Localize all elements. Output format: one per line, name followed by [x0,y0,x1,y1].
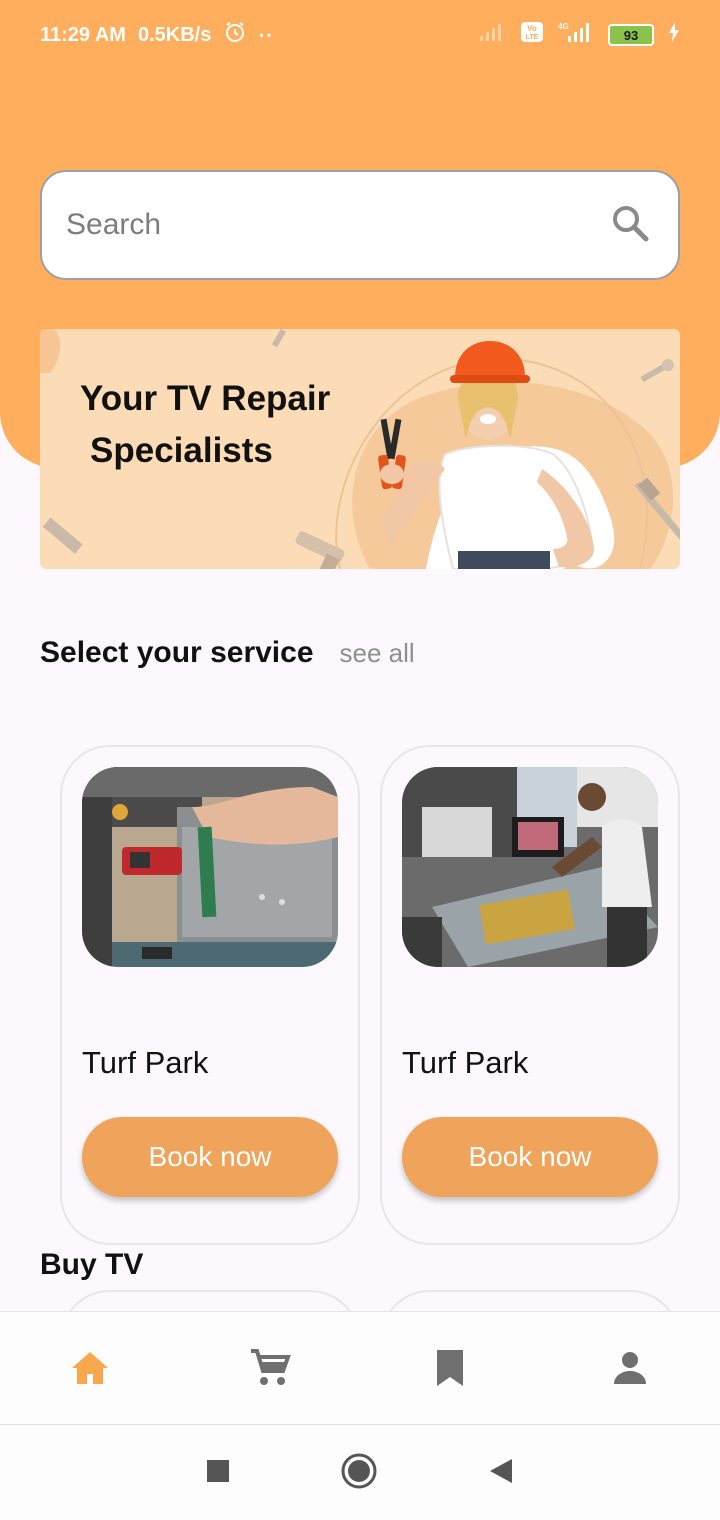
section-title: Select your service [40,636,314,669]
promo-banner[interactable]: Your TV Repair Specialists [40,329,680,569]
volte-icon: Vo LTE [520,21,544,49]
profile-icon [614,1352,646,1384]
alarm-icon [223,20,247,50]
circle-icon [341,1453,377,1488]
battery-icon: 93 [608,24,654,46]
status-dots: • • [259,28,272,42]
nav-bookmarks[interactable] [400,1328,500,1408]
status-time: 11:29 AM [40,23,126,46]
service-card[interactable]: Turf Park Book now [380,745,680,1245]
nav-home[interactable] [40,1328,140,1408]
svg-text:LTE: LTE [526,34,539,41]
signal-icon [478,22,506,48]
service-name: Turf Park [402,1045,529,1080]
see-all-link[interactable]: see all [340,638,415,669]
banner-title-line1: Your TV Repair [80,379,331,418]
services-section-header: Select your service see all [40,636,415,670]
home-icon [72,1352,108,1384]
nav-cart[interactable] [220,1328,320,1408]
charging-icon [668,22,680,48]
nav-profile[interactable] [580,1328,680,1408]
4g-signal-icon: 4G [558,21,594,49]
book-now-button[interactable]: Book now [82,1117,338,1197]
back-button[interactable] [488,1457,514,1490]
svg-text:Vo: Vo [527,24,537,33]
service-name: Turf Park [82,1045,209,1080]
square-icon [207,1459,229,1482]
service-photo [82,767,338,967]
status-bar: 11:29 AM 0.5KB/s • • Vo LTE 4G 93 [0,0,720,70]
bottom-navigation [0,1311,720,1425]
back-triangle-icon [490,1458,512,1483]
home-system-button[interactable] [340,1452,378,1495]
search-icon[interactable] [610,203,650,248]
cart-icon [251,1349,291,1385]
svg-text:4G: 4G [558,22,569,31]
search-bar[interactable] [40,170,680,280]
banner-title-line2: Specialists [90,431,273,470]
service-card[interactable]: Turf Park Book now [60,745,360,1245]
status-net-speed: 0.5KB/s [137,23,212,46]
service-photo [402,767,658,967]
system-navigation [0,1426,720,1520]
bookmark-icon [437,1350,463,1386]
search-input[interactable] [66,208,610,242]
banner-title: Your TV Repair Specialists [80,373,370,477]
buy-tv-title: Buy TV [40,1248,144,1281]
recents-button[interactable] [206,1459,230,1488]
book-now-button[interactable]: Book now [402,1117,658,1197]
